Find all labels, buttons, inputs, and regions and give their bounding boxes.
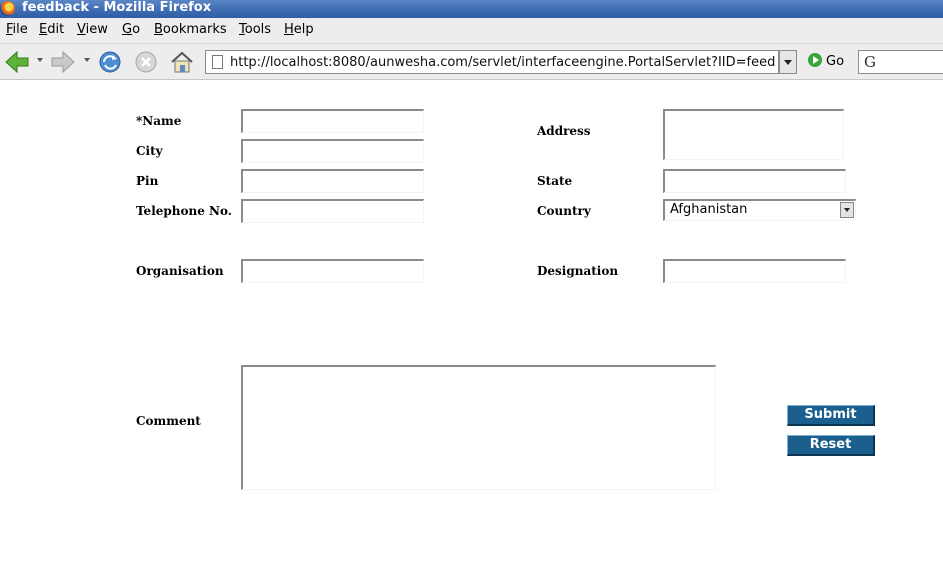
page-icon — [212, 55, 223, 69]
reload-icon[interactable] — [97, 50, 123, 74]
menu-help[interactable]: Help — [284, 22, 314, 37]
designation-label: Designation — [537, 264, 619, 278]
pin-label: Pin — [136, 174, 159, 188]
go-button[interactable]: Go — [808, 53, 844, 69]
country-select[interactable]: Afghanistan — [663, 199, 856, 221]
address-label: Address — [537, 124, 591, 138]
menu-go[interactable]: Go — [122, 22, 140, 37]
window-title: feedback - Mozilla Firefox — [22, 0, 212, 15]
go-arrow-icon — [808, 53, 822, 67]
reset-button[interactable]: Reset — [787, 435, 875, 456]
url-input[interactable] — [230, 53, 775, 71]
menu-view[interactable]: View — [77, 22, 108, 37]
home-icon[interactable] — [169, 50, 195, 74]
organisation-input[interactable] — [241, 259, 424, 283]
comment-textarea[interactable] — [241, 365, 716, 490]
pin-input[interactable] — [241, 169, 424, 193]
menu-bookmarks[interactable]: Bookmarks — [154, 22, 227, 37]
firefox-logo-icon — [0, 1, 15, 16]
address-textarea[interactable] — [663, 109, 844, 160]
city-label: City — [136, 144, 163, 158]
address-bar[interactable] — [205, 50, 779, 74]
menu-edit[interactable]: Edit — [39, 22, 64, 37]
designation-input[interactable] — [663, 259, 846, 283]
chevron-down-icon[interactable] — [840, 202, 854, 218]
telephone-input[interactable] — [241, 199, 424, 223]
telephone-label: Telephone No. — [136, 204, 232, 218]
feedback-form: *Name City Pin Telephone No. Organisatio… — [0, 81, 943, 565]
city-input[interactable] — [241, 139, 424, 163]
state-label: State — [537, 174, 573, 188]
stop-icon[interactable] — [133, 50, 159, 74]
name-label: *Name — [136, 114, 182, 128]
menu-bar: File Edit View Go Bookmarks Tools Help — [0, 18, 943, 44]
organisation-label: Organisation — [136, 264, 224, 278]
google-search-engine-icon[interactable]: G — [864, 53, 876, 71]
menu-tools[interactable]: Tools — [239, 22, 271, 37]
window-title-bar: feedback - Mozilla Firefox — [0, 0, 943, 18]
back-history-dropdown-icon[interactable] — [37, 58, 43, 62]
url-history-dropdown-icon[interactable] — [779, 50, 797, 74]
navigation-toolbar: Go G — [0, 44, 943, 80]
name-input[interactable] — [241, 109, 424, 133]
search-box[interactable]: G — [858, 50, 943, 74]
country-selected-value: Afghanistan — [670, 202, 748, 217]
comment-label: Comment — [136, 414, 201, 428]
state-input[interactable] — [663, 169, 846, 193]
forward-arrow-icon[interactable] — [50, 50, 76, 74]
country-label: Country — [537, 204, 591, 218]
forward-history-dropdown-icon[interactable] — [84, 58, 90, 62]
menu-file[interactable]: File — [6, 22, 28, 37]
back-arrow-icon[interactable] — [4, 50, 30, 74]
submit-button[interactable]: Submit — [787, 405, 875, 426]
